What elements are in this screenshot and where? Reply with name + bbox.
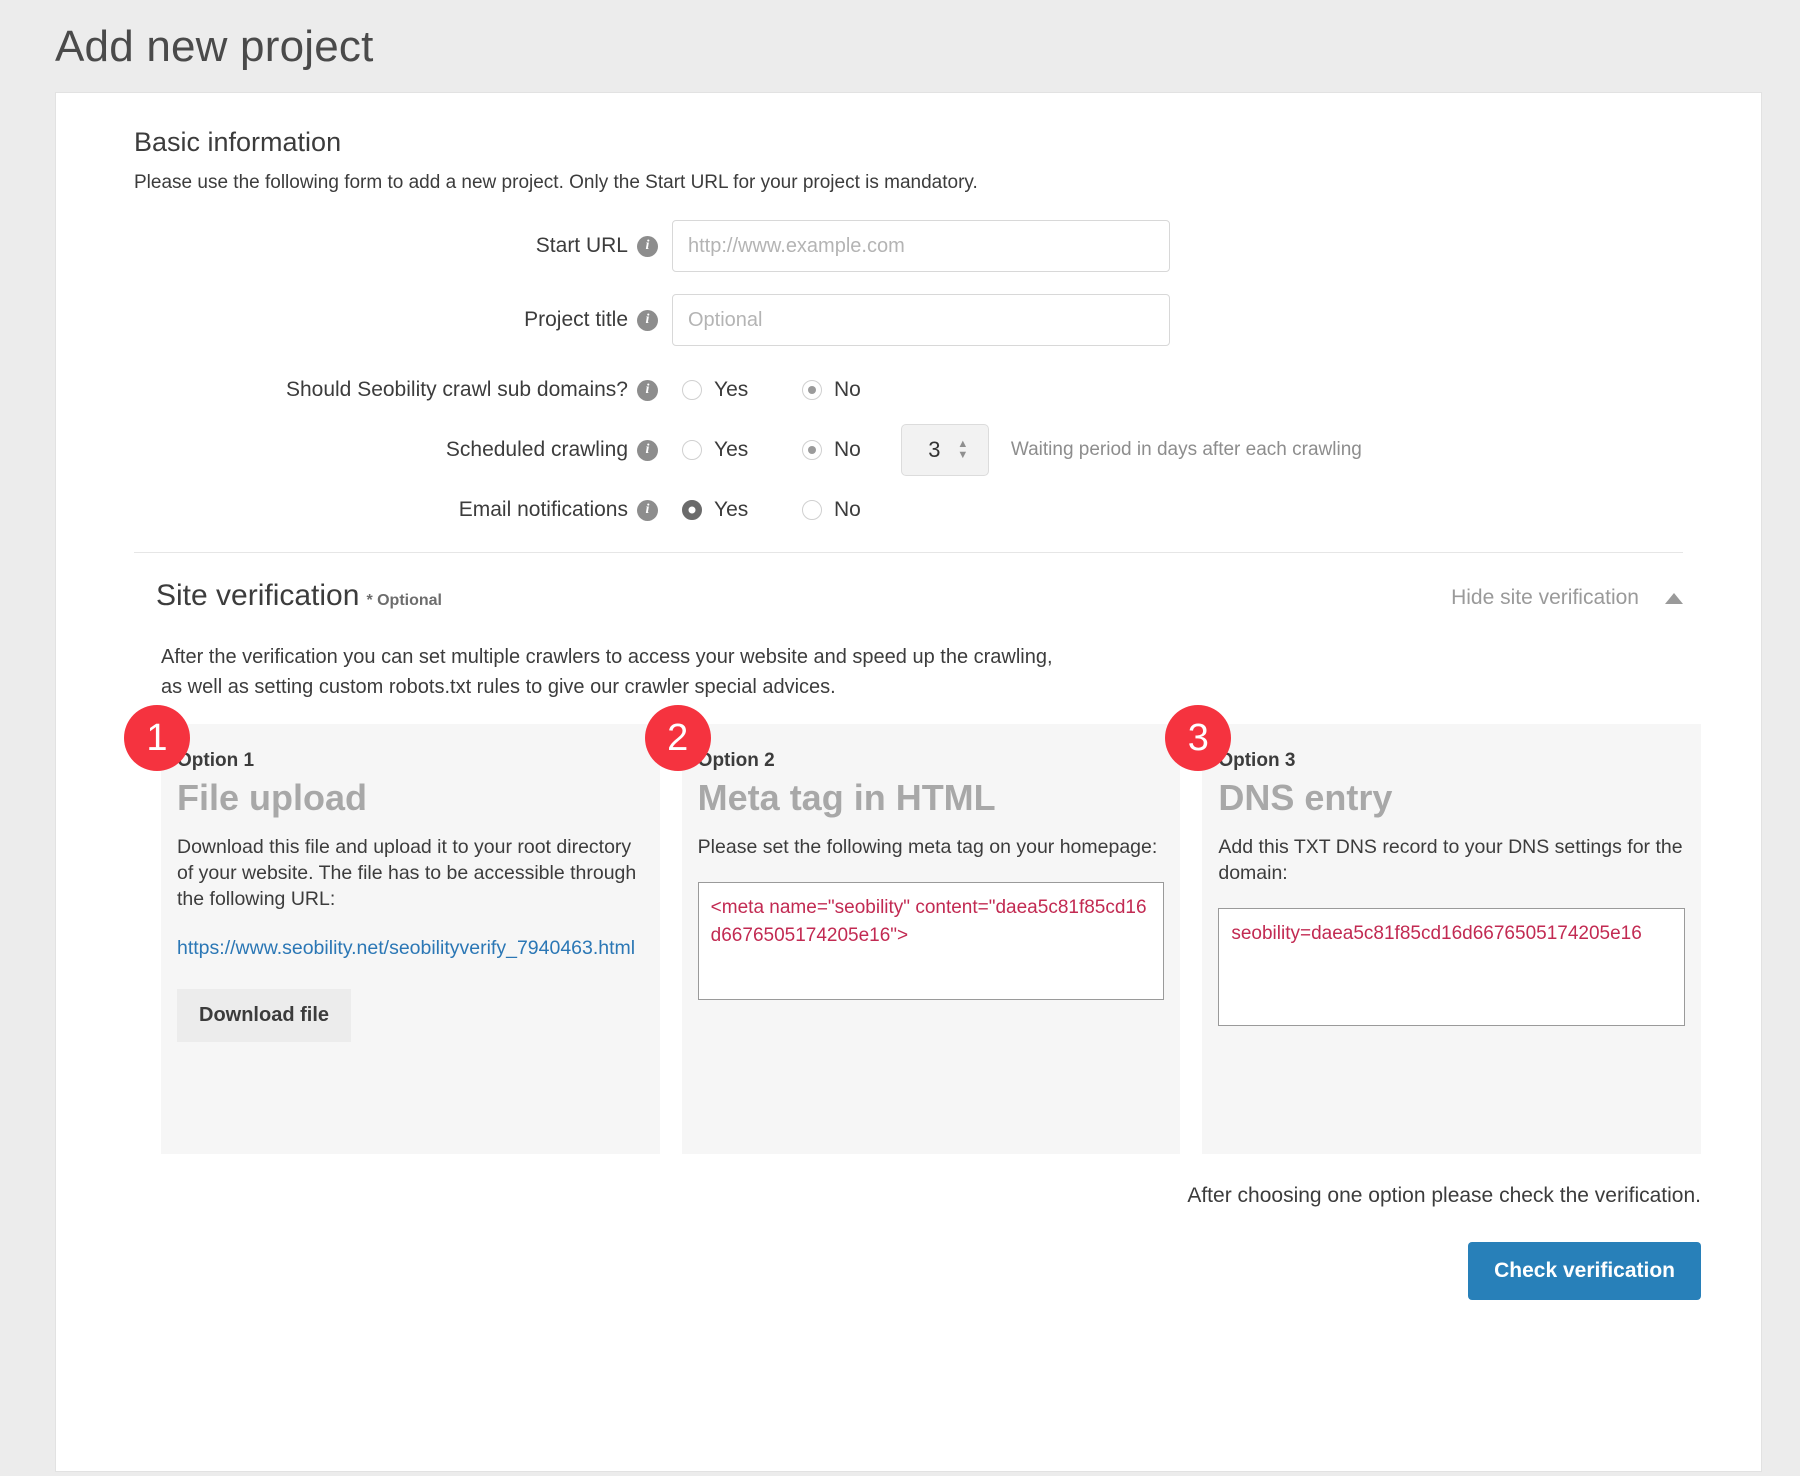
verification-footer: After choosing one option please check t… xyxy=(56,1154,1761,1300)
dns-record-code-box[interactable]: seobility=daea5c81f85cd16d6676505174205e… xyxy=(1218,908,1685,1026)
email-notifications-radio-no[interactable]: No xyxy=(798,498,861,522)
sub-domains-control: Yes No xyxy=(672,378,861,402)
option-1-text: Download this file and upload it to your… xyxy=(177,834,644,913)
start-url-input[interactable] xyxy=(672,220,1170,272)
option-badge-1: 1 xyxy=(124,705,190,771)
radio-label: Yes xyxy=(714,498,748,522)
form-row-scheduled-crawling: Scheduled crawling i Yes No xyxy=(56,424,1761,476)
waiting-days-input[interactable] xyxy=(921,437,947,463)
site-verification-description: After the verification you can set multi… xyxy=(56,613,1761,702)
chevron-up-icon[interactable]: ▲ xyxy=(957,440,968,449)
email-notifications-control: Yes No xyxy=(672,498,861,522)
radio-dot[interactable] xyxy=(682,380,702,400)
start-url-control xyxy=(672,220,1170,272)
start-url-label-wrap: Start URL i xyxy=(56,234,672,258)
main-card: Basic information Please use the followi… xyxy=(55,92,1762,1472)
hide-site-verification-label: Hide site verification xyxy=(1451,586,1639,610)
meta-tag-code-box[interactable]: <meta name="seobility" content="daea5c81… xyxy=(698,882,1165,1000)
form-row-start-url: Start URL i xyxy=(56,220,1761,272)
info-icon[interactable]: i xyxy=(637,310,658,331)
verification-file-link[interactable]: https://www.seobility.net/seobilityverif… xyxy=(177,935,644,961)
email-notifications-radio-yes[interactable]: Yes xyxy=(672,498,798,522)
info-icon[interactable]: i xyxy=(637,440,658,461)
scheduled-crawling-control: Yes No ▲ ▼ Waiting period in days after … xyxy=(672,424,1362,476)
form-row-sub-domains: Should Seobility crawl sub domains? i Ye… xyxy=(56,378,1761,402)
sub-domains-radio-yes[interactable]: Yes xyxy=(672,378,798,402)
radio-dot[interactable] xyxy=(802,500,822,520)
chevron-down-icon[interactable]: ▼ xyxy=(957,451,968,460)
download-file-button[interactable]: Download file xyxy=(177,989,351,1042)
radio-dot[interactable] xyxy=(682,440,702,460)
email-notifications-radio-group: Yes No xyxy=(672,498,861,522)
radio-label: Yes xyxy=(714,438,748,462)
email-notifications-label: Email notifications xyxy=(459,498,628,522)
scheduled-crawling-label: Scheduled crawling xyxy=(446,438,628,462)
scheduled-crawling-radio-yes[interactable]: Yes xyxy=(672,438,798,462)
project-title-label-wrap: Project title i xyxy=(56,308,672,332)
option-card-file-upload: 1 Option 1 File upload Download this fil… xyxy=(161,724,660,1154)
site-verification-heading: Site verification xyxy=(156,579,359,613)
radio-label: No xyxy=(834,498,861,522)
form-row-project-title: Project title i xyxy=(56,294,1761,346)
email-notifications-label-wrap: Email notifications i xyxy=(56,498,672,522)
verification-options: 1 Option 1 File upload Download this fil… xyxy=(56,702,1761,1154)
scheduled-crawling-label-wrap: Scheduled crawling i xyxy=(56,438,672,462)
start-url-label: Start URL xyxy=(536,234,628,258)
basic-information-heading: Basic information xyxy=(56,127,1761,158)
optional-tag: * Optional xyxy=(366,592,442,610)
option-card-meta-tag: 2 Option 2 Meta tag in HTML Please set t… xyxy=(682,724,1181,1154)
basic-information-section: Basic information Please use the followi… xyxy=(56,93,1761,522)
info-icon[interactable]: i xyxy=(637,380,658,401)
option-card-dns-entry: 3 Option 3 DNS entry Add this TXT DNS re… xyxy=(1202,724,1701,1154)
radio-label: No xyxy=(834,438,861,462)
form-row-email-notifications: Email notifications i Yes No xyxy=(56,498,1761,522)
waiting-days-help: Waiting period in days after each crawli… xyxy=(1011,439,1362,461)
page-title: Add new project xyxy=(0,0,1800,92)
scheduled-crawling-radio-no[interactable]: No xyxy=(798,438,861,462)
option-badge-2: 2 xyxy=(645,705,711,771)
sub-domains-radio-no[interactable]: No xyxy=(798,378,861,402)
verification-desc-line-1: After the verification you can set multi… xyxy=(161,643,1683,673)
stepper-arrows-icon[interactable]: ▲ ▼ xyxy=(957,440,968,460)
project-title-input[interactable] xyxy=(672,294,1170,346)
option-3-text: Add this TXT DNS record to your DNS sett… xyxy=(1218,834,1685,887)
radio-dot[interactable] xyxy=(802,380,822,400)
radio-dot[interactable] xyxy=(682,500,702,520)
scheduled-crawling-radio-group: Yes No xyxy=(672,438,861,462)
verification-desc-line-2: as well as setting custom robots.txt rul… xyxy=(161,673,1683,703)
caret-up-icon[interactable] xyxy=(1665,593,1683,604)
option-3-heading: DNS entry xyxy=(1218,778,1685,818)
project-title-control xyxy=(672,294,1170,346)
site-verification-section: Site verification * Optional Hide site v… xyxy=(56,553,1761,1300)
verification-footer-note: After choosing one option please check t… xyxy=(56,1184,1701,1208)
site-verification-header: Site verification * Optional Hide site v… xyxy=(56,579,1761,613)
project-title-label: Project title xyxy=(524,308,628,332)
option-1-kicker: Option 1 xyxy=(177,750,644,772)
hide-site-verification-toggle[interactable]: Hide site verification xyxy=(1451,586,1683,613)
waiting-days-stepper[interactable]: ▲ ▼ xyxy=(901,424,989,476)
option-2-text: Please set the following meta tag on you… xyxy=(698,834,1165,860)
option-3-kicker: Option 3 xyxy=(1218,750,1685,772)
sub-domains-label-wrap: Should Seobility crawl sub domains? i xyxy=(56,378,672,402)
sub-domains-radio-group: Yes No xyxy=(672,378,861,402)
radio-label: No xyxy=(834,378,861,402)
check-verification-button[interactable]: Check verification xyxy=(1468,1242,1701,1300)
site-verification-title-wrap: Site verification * Optional xyxy=(156,579,442,613)
info-icon[interactable]: i xyxy=(637,500,658,521)
radio-dot[interactable] xyxy=(802,440,822,460)
info-icon[interactable]: i xyxy=(637,236,658,257)
basic-information-description: Please use the following form to add a n… xyxy=(56,172,1761,194)
option-1-heading: File upload xyxy=(177,778,644,818)
radio-label: Yes xyxy=(714,378,748,402)
option-2-heading: Meta tag in HTML xyxy=(698,778,1165,818)
sub-domains-label: Should Seobility crawl sub domains? xyxy=(286,378,628,402)
option-2-kicker: Option 2 xyxy=(698,750,1165,772)
